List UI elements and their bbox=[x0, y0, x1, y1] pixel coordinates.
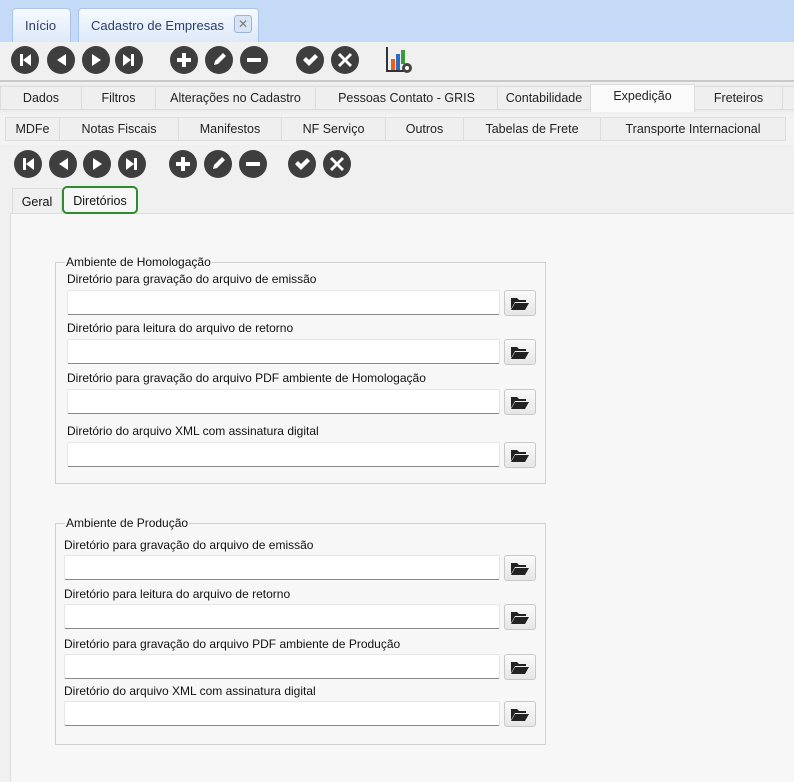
remove-button[interactable] bbox=[240, 46, 268, 74]
previous-record-button[interactable] bbox=[49, 150, 77, 178]
folder-open-icon bbox=[511, 450, 529, 462]
edit-button[interactable] bbox=[205, 46, 233, 74]
field-label: Diretório para gravação do arquivo de em… bbox=[64, 538, 314, 552]
directory-path-input[interactable] bbox=[67, 290, 500, 315]
first-record-button[interactable] bbox=[11, 46, 39, 74]
field-label: Diretório para gravação do arquivo PDF a… bbox=[67, 371, 426, 385]
directory-path-input[interactable] bbox=[67, 339, 500, 364]
confirm-icon bbox=[303, 54, 318, 66]
tab-pessoas-contato[interactable]: Pessoas Contato - GRIS bbox=[315, 86, 498, 110]
group-title: Ambiente de Homologação bbox=[65, 255, 212, 269]
last-record-icon bbox=[126, 158, 137, 170]
window-tab-strip: Início Cadastro de Empresas ✕ bbox=[0, 0, 794, 42]
field-label: Diretório para leitura do arquivo de ret… bbox=[64, 587, 291, 601]
last-record-button[interactable] bbox=[118, 150, 146, 178]
add-icon bbox=[177, 53, 191, 67]
remove-icon bbox=[246, 162, 260, 166]
edit-icon bbox=[214, 53, 226, 65]
browse-folder-button[interactable] bbox=[504, 290, 536, 316]
field-label: Diretório para gravação do arquivo PDF a… bbox=[64, 637, 401, 651]
tab-diretorios[interactable]: Diretórios bbox=[62, 186, 138, 214]
folder-open-icon bbox=[511, 612, 529, 624]
tab-tabelas-frete[interactable]: Tabelas de Frete bbox=[463, 117, 601, 141]
report-chart-button[interactable] bbox=[384, 45, 414, 75]
window-tab-cadastro-empresas[interactable]: Cadastro de Empresas ✕ bbox=[78, 8, 259, 42]
browse-folder-button[interactable] bbox=[504, 604, 536, 630]
field-label: Diretório para gravação do arquivo de em… bbox=[67, 272, 317, 286]
field-label: Diretório do arquivo XML com assinatura … bbox=[64, 684, 316, 698]
tab-mdfe[interactable]: MDFe bbox=[5, 117, 60, 141]
tab-filtros[interactable]: Filtros bbox=[81, 86, 156, 110]
confirm-icon bbox=[295, 158, 310, 170]
cancel-icon bbox=[338, 53, 352, 67]
window-tab-inicio[interactable]: Início bbox=[12, 8, 71, 42]
remove-button[interactable] bbox=[239, 150, 267, 178]
group-title: Ambiente de Produção bbox=[65, 516, 190, 530]
browse-folder-button[interactable] bbox=[504, 654, 536, 680]
browse-folder-button[interactable] bbox=[504, 389, 536, 415]
next-record-icon bbox=[92, 54, 101, 66]
cancel-icon bbox=[330, 157, 344, 171]
tab-expedicao[interactable]: Expedição bbox=[590, 84, 695, 112]
add-button[interactable] bbox=[169, 150, 197, 178]
close-icon[interactable]: ✕ bbox=[234, 15, 252, 33]
tab-dados[interactable]: Dados bbox=[0, 86, 82, 110]
add-icon bbox=[176, 157, 190, 171]
directory-path-input[interactable] bbox=[64, 555, 500, 580]
folder-open-icon bbox=[511, 709, 529, 721]
browse-folder-button[interactable] bbox=[504, 555, 536, 581]
tab-nf-servico[interactable]: NF Serviço bbox=[281, 117, 386, 141]
browse-folder-button[interactable] bbox=[504, 701, 536, 727]
tab-more[interactable] bbox=[782, 86, 794, 110]
directory-path-input[interactable] bbox=[64, 654, 500, 679]
previous-record-button[interactable] bbox=[47, 46, 75, 74]
edit-button[interactable] bbox=[204, 150, 232, 178]
last-record-button[interactable] bbox=[115, 46, 143, 74]
directory-path-input[interactable] bbox=[64, 701, 500, 726]
folder-open-icon bbox=[511, 397, 529, 409]
directory-path-input[interactable] bbox=[67, 389, 500, 414]
previous-record-icon bbox=[59, 158, 68, 170]
tab-notas-fiscais[interactable]: Notas Fiscais bbox=[59, 117, 179, 141]
cancel-button[interactable] bbox=[323, 150, 351, 178]
folder-open-icon bbox=[511, 563, 529, 575]
tab-label: Início bbox=[25, 18, 57, 33]
last-record-icon bbox=[123, 54, 134, 66]
folder-open-icon bbox=[511, 298, 529, 310]
main-tab-row: Dados Filtros Alterações no Cadastro Pes… bbox=[0, 84, 794, 112]
directory-path-input[interactable] bbox=[67, 442, 500, 467]
folder-open-icon bbox=[511, 347, 529, 359]
first-record-icon bbox=[23, 158, 34, 170]
tab-geral[interactable]: Geral bbox=[12, 188, 62, 213]
tab-transporte-internacional[interactable]: Transporte Internacional bbox=[600, 117, 786, 141]
first-record-button[interactable] bbox=[14, 150, 42, 178]
folder-open-icon bbox=[511, 662, 529, 674]
tab-freteiros[interactable]: Freteiros bbox=[694, 86, 783, 110]
add-button[interactable] bbox=[170, 46, 198, 74]
chart-settings-icon bbox=[386, 47, 412, 73]
tab-label: Cadastro de Empresas bbox=[91, 18, 224, 33]
browse-folder-button[interactable] bbox=[504, 339, 536, 365]
confirm-button[interactable] bbox=[288, 150, 316, 178]
sub-tab-row: MDFe Notas Fiscais Manifestos NF Serviço… bbox=[0, 115, 794, 145]
confirm-button[interactable] bbox=[296, 46, 324, 74]
next-record-button[interactable] bbox=[83, 150, 111, 178]
field-label: Diretório do arquivo XML com assinatura … bbox=[67, 424, 319, 438]
tab-manifestos[interactable]: Manifestos bbox=[178, 117, 282, 141]
remove-icon bbox=[247, 58, 261, 62]
tab-contabilidade[interactable]: Contabilidade bbox=[497, 86, 591, 110]
next-record-button[interactable] bbox=[82, 46, 110, 74]
cancel-button[interactable] bbox=[331, 46, 359, 74]
next-record-icon bbox=[93, 158, 102, 170]
directory-path-input[interactable] bbox=[64, 604, 500, 629]
edit-icon bbox=[213, 157, 225, 169]
field-label: Diretório para leitura do arquivo de ret… bbox=[67, 321, 294, 335]
tab-outros[interactable]: Outros bbox=[385, 117, 464, 141]
tab-alteracoes[interactable]: Alterações no Cadastro bbox=[155, 86, 316, 110]
previous-record-icon bbox=[57, 54, 66, 66]
first-record-icon bbox=[20, 54, 31, 66]
browse-folder-button[interactable] bbox=[504, 442, 536, 468]
